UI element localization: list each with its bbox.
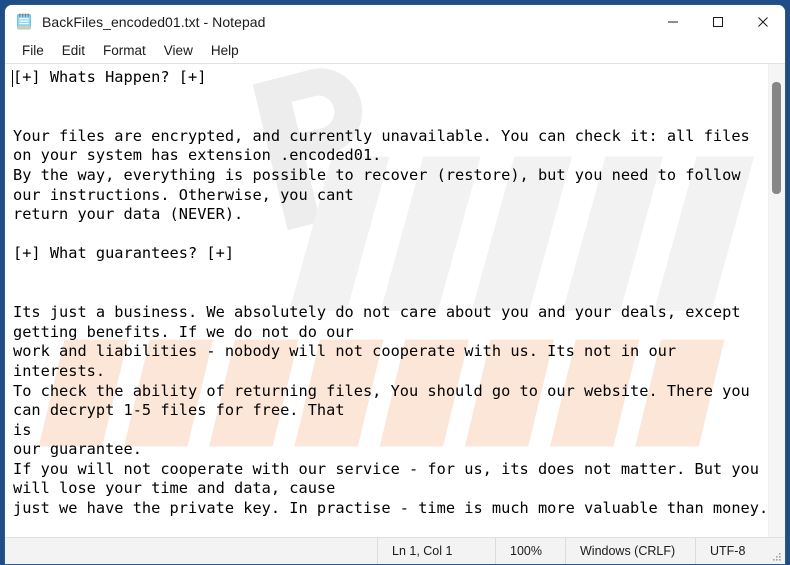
- menu-bar: File Edit Format View Help: [5, 39, 785, 63]
- close-icon: [757, 17, 768, 27]
- menu-item-help[interactable]: Help: [203, 41, 247, 61]
- status-line-col[interactable]: Ln 1, Col 1: [377, 538, 495, 564]
- notepad-window: BackFiles_encoded01.txt - Notepad File E…: [4, 4, 786, 565]
- menu-item-view[interactable]: View: [156, 41, 201, 61]
- notepad-icon: [15, 13, 33, 31]
- close-button[interactable]: [740, 5, 785, 39]
- text-caret: [12, 70, 13, 87]
- window-controls: [650, 5, 785, 39]
- menu-item-format[interactable]: Format: [95, 41, 154, 61]
- menu-item-file[interactable]: File: [14, 41, 52, 61]
- maximize-button[interactable]: [695, 5, 740, 39]
- window-title: BackFiles_encoded01.txt - Notepad: [42, 14, 266, 30]
- maximize-icon: [712, 17, 723, 27]
- status-line-ending[interactable]: Windows (CRLF): [565, 538, 695, 564]
- status-zoom[interactable]: 100%: [495, 538, 565, 564]
- vertical-scrollbar[interactable]: [768, 64, 785, 537]
- title-bar[interactable]: BackFiles_encoded01.txt - Notepad: [5, 5, 785, 39]
- minimize-icon: [667, 21, 678, 23]
- resize-grip-icon[interactable]: [770, 550, 782, 562]
- status-bar: Ln 1, Col 1 100% Windows (CRLF) UTF-8: [5, 537, 785, 564]
- ransom-note-text: [+] Whats Happen? [+] Your files are enc…: [13, 68, 768, 518]
- status-spacer: [5, 538, 377, 564]
- text-editor[interactable]: [+] Whats Happen? [+] Your files are enc…: [5, 64, 768, 537]
- minimize-button[interactable]: [650, 5, 695, 39]
- editor-area: [+] Whats Happen? [+] Your files are enc…: [5, 63, 785, 537]
- scrollbar-thumb[interactable]: [772, 82, 781, 194]
- menu-item-edit[interactable]: Edit: [54, 41, 93, 61]
